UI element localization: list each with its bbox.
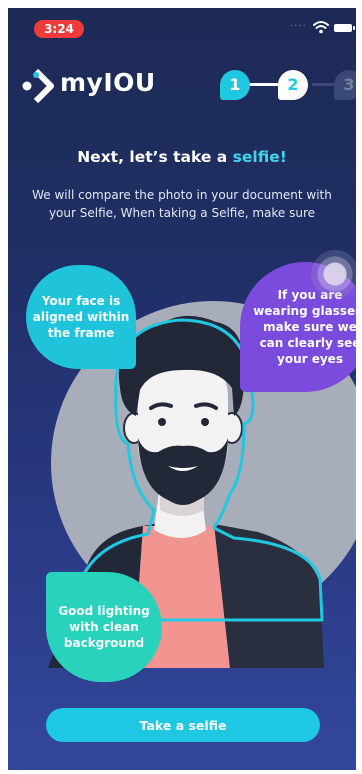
step-1: 1 <box>220 70 250 100</box>
battery-icon <box>334 24 355 32</box>
page-subtitle: We will compare the photo in your docume… <box>32 188 332 220</box>
take-selfie-button[interactable]: Take a selfie <box>46 708 320 742</box>
signal-dots-icon: ···· <box>290 21 307 32</box>
step-3: 3 <box>334 70 356 100</box>
title-prefix: Next, let’s take a <box>77 148 233 166</box>
step-2: 2 <box>278 70 308 100</box>
title-accent: selfie! <box>232 148 287 166</box>
step-indicator: 1 2 3 <box>220 68 356 102</box>
page-title: Next, let’s take a selfie! <box>8 148 356 166</box>
tip-good-lighting: Good lighting with clean background <box>46 572 162 682</box>
logo-mark-icon <box>22 68 54 104</box>
wifi-icon <box>313 21 329 34</box>
tip-face-aligned: Your face is aligned within the frame <box>26 265 136 369</box>
selfie-illustration: Your face is aligned within the frame If… <box>8 248 356 682</box>
app-screen: 3:24 ···· myIOU 1 2 3 Next, let’s take a… <box>8 8 356 770</box>
status-time: 3:24 <box>34 20 84 38</box>
app-logo: myIOU <box>22 66 162 106</box>
touch-indicator <box>311 250 356 298</box>
status-bar: 3:24 ···· <box>8 8 356 52</box>
logo-text: myIOU <box>60 68 156 97</box>
